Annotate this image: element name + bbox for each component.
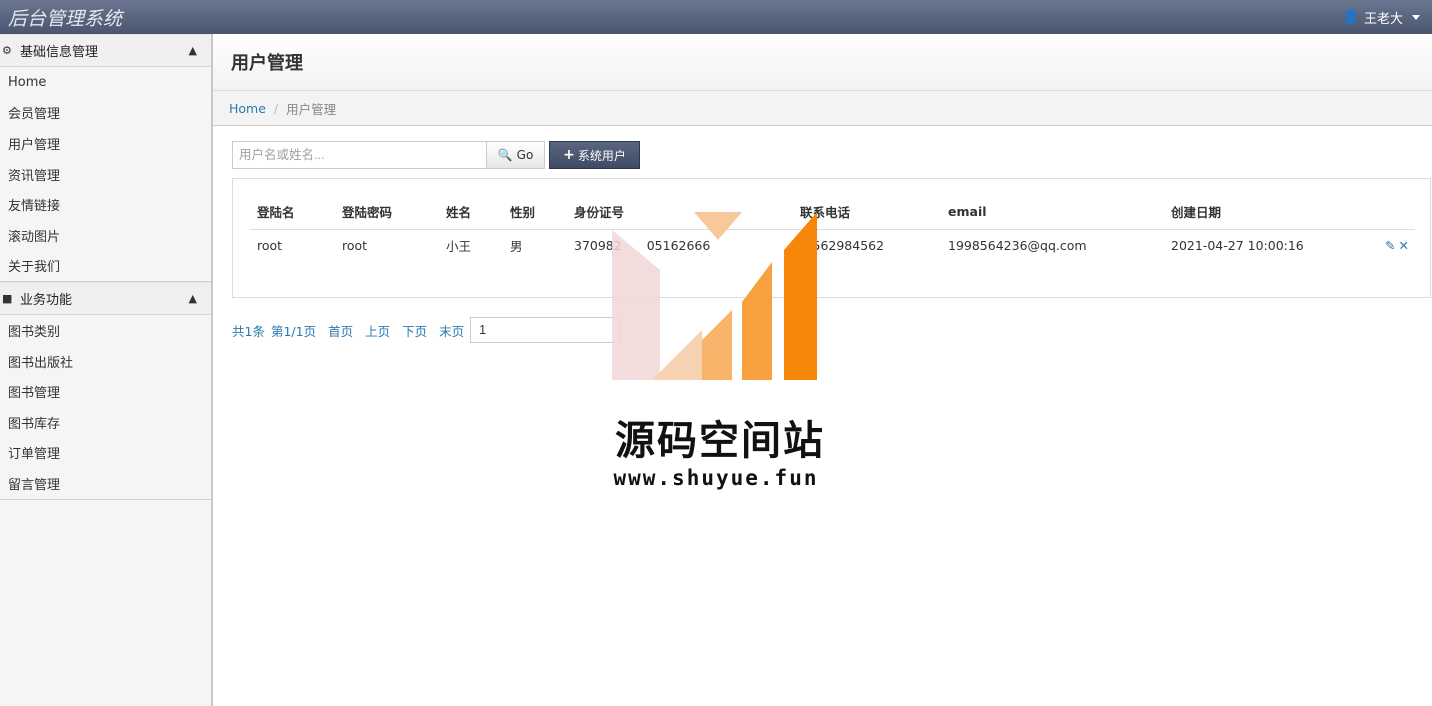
briefcase-icon: ■: [2, 292, 13, 306]
sidebar-section-business[interactable]: ■ 业务功能 ▲: [0, 282, 211, 316]
cell-password: root: [342, 237, 368, 253]
sidebar-item-links[interactable]: 友情链接: [0, 189, 211, 220]
chevron-up-icon: ▲: [188, 292, 197, 306]
go-button[interactable]: 🔍 Go: [487, 141, 545, 169]
watermark-title: 源码空间站: [615, 418, 825, 464]
sidebar: ⚙ 基础信息管理 ▲ Home 会员管理 用户管理 资讯管理 友情链接 滚动图片…: [0, 34, 213, 706]
go-button-label: Go: [516, 148, 534, 162]
cell-actions: ✎ ✕: [1364, 229, 1415, 261]
breadcrumb-home-link[interactable]: Home: [229, 101, 266, 116]
sidebar-section-title: 基础信息管理: [20, 45, 99, 60]
page-title: 用户管理: [231, 53, 303, 74]
sidebar-item-users[interactable]: 用户管理: [0, 128, 211, 159]
page-number-input[interactable]: [470, 317, 621, 343]
breadcrumb-current: 用户管理: [286, 101, 337, 117]
pagination: 共1条 第1/1页 首页 上页 下页 末页: [232, 317, 621, 343]
user-menu[interactable]: 👤 王老大: [1343, 8, 1420, 27]
cell-gender: 男: [510, 238, 523, 254]
user-table-panel: 登陆名 登陆密码 姓名 性别 身份证号 联系电话 email 创建日期 root…: [232, 178, 1431, 298]
toolbar: 🔍 Go + 系统用户: [232, 141, 640, 169]
pager-first-link[interactable]: 首页: [328, 321, 353, 340]
sidebar-section-title: 业务功能: [20, 293, 73, 309]
column-header-gender: 性别: [503, 195, 567, 230]
delete-icon[interactable]: ✕: [1399, 238, 1409, 253]
breadcrumb: Home / 用户管理: [213, 91, 1432, 126]
app-brand[interactable]: 后台管理系统: [8, 4, 122, 31]
page-header: 用户管理: [213, 34, 1432, 91]
cell-email: 1998564236@qq.com: [948, 237, 1087, 253]
add-system-user-button[interactable]: + 系统用户: [549, 141, 640, 169]
cell-name: 小王: [446, 238, 472, 254]
column-header-password: 登陆密码: [335, 195, 439, 230]
sidebar-menu-business: 图书类别 图书出版社 图书管理 图书库存 订单管理 留言管理: [0, 315, 211, 500]
user-name: 王老大: [1363, 12, 1403, 27]
user-icon: 👤: [1342, 10, 1359, 25]
pager-total: 共1条: [232, 323, 265, 339]
column-header-actions: [1364, 195, 1415, 230]
caret-down-icon: [1412, 15, 1420, 20]
top-navbar: 后台管理系统 👤 王老大: [0, 0, 1432, 34]
sidebar-section-basic-info[interactable]: ⚙ 基础信息管理 ▲: [0, 34, 211, 67]
column-header-login: 登陆名: [250, 195, 335, 230]
sidebar-item-orders[interactable]: 订单管理: [0, 438, 211, 469]
watermark-logo-bar3: [784, 212, 817, 380]
chevron-up-icon: ▲: [188, 44, 197, 57]
pager-page-info: 第1/1页: [270, 323, 317, 339]
cell-login: root: [257, 237, 283, 253]
column-header-name: 姓名: [439, 195, 503, 230]
sidebar-item-about[interactable]: 关于我们: [0, 251, 211, 282]
column-header-created: 创建日期: [1164, 195, 1364, 230]
table-header-row: 登陆名 登陆密码 姓名 性别 身份证号 联系电话 email 创建日期: [250, 195, 1415, 230]
pager-prev-link[interactable]: 上页: [365, 321, 390, 340]
user-table: 登陆名 登陆密码 姓名 性别 身份证号 联系电话 email 创建日期 root…: [250, 195, 1415, 261]
plus-icon: +: [563, 147, 575, 163]
watermark-logo-left: [612, 230, 660, 380]
sidebar-item-members[interactable]: 会员管理: [0, 98, 211, 129]
sidebar-menu-basic-info: Home 会员管理 用户管理 资讯管理 友情链接 滚动图片 关于我们: [0, 67, 211, 283]
sidebar-item-home[interactable]: Home: [0, 67, 211, 98]
column-header-email: email: [941, 195, 1164, 230]
pager-last-link[interactable]: 末页: [439, 321, 464, 340]
sidebar-item-books[interactable]: 图书管理: [0, 376, 211, 407]
sidebar-item-book-category[interactable]: 图书类别: [0, 315, 211, 346]
sidebar-item-news[interactable]: 资讯管理: [0, 159, 211, 190]
sidebar-item-publisher[interactable]: 图书出版社: [0, 346, 211, 377]
watermark-url: www.shuyue.fun: [613, 466, 819, 490]
watermark-logo: [612, 212, 817, 380]
watermark-logo-bar2: [742, 262, 772, 380]
search-icon: 🔍: [497, 148, 513, 162]
main-content: 用户管理 Home / 用户管理 🔍 Go + 系统用户 登陆名 登陆密码 姓名…: [213, 34, 1432, 706]
sidebar-item-carousel[interactable]: 滚动图片: [0, 220, 211, 251]
pager-next-link[interactable]: 下页: [402, 321, 427, 340]
search-input[interactable]: [232, 141, 487, 169]
add-button-label: 系统用户: [577, 148, 626, 163]
sidebar-item-inventory[interactable]: 图书库存: [0, 407, 211, 438]
cell-created: 2021-04-27 10:00:16: [1171, 237, 1304, 253]
edit-icon[interactable]: ✎: [1385, 238, 1395, 253]
breadcrumb-separator: /: [273, 100, 279, 116]
watermark-logo-top: [694, 212, 742, 240]
table-row: root root 小王 男 370982 05162666 562984562…: [250, 229, 1415, 261]
sidebar-item-messages[interactable]: 留言管理: [0, 468, 211, 499]
watermark-logo-bar1: [702, 310, 732, 380]
dashboard-icon: ⚙: [2, 44, 12, 57]
